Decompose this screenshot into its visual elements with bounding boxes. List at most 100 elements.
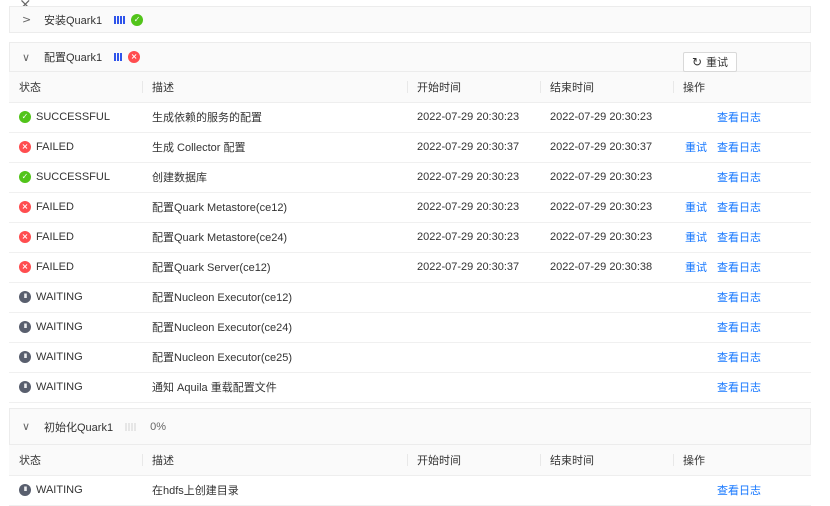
start-time-cell: 2022-07-29 20:30:37 (407, 132, 540, 163)
pause-icon: II (19, 381, 31, 393)
desc-cell: 生成 Collector 配置 (142, 132, 407, 163)
ops-cell: 重试 查看日志 (673, 132, 811, 163)
col-status: 状态 (9, 445, 142, 476)
end-time-cell: 2022-07-29 20:30:23 (540, 192, 673, 223)
start-time-cell: 2022-07-29 20:30:37 (407, 252, 540, 283)
section-install-header[interactable]: > 安装Quark1 ✓ (9, 6, 811, 33)
section-init: ∨ 初始化Quark1 0% 状态 描述 开始时间 结束时间 操作 II WAIT… (9, 408, 811, 506)
col-desc: 描述 (142, 445, 407, 476)
view-log-link[interactable]: 查看日志 (717, 172, 761, 184)
table-row: × FAILED 生成 Collector 配置 2022-07-29 20:30:3… (9, 132, 811, 163)
col-ops: 操作 (673, 72, 811, 103)
retry-link[interactable]: 重试 (685, 262, 707, 274)
section-title: 初始化Quark1 (44, 421, 114, 434)
ops-cell: 重试 查看日志 (673, 222, 811, 253)
table-row: ✓ SUCCESSFUL 创建数据库 2022-07-29 20:30:23 2022-… (9, 162, 811, 193)
success-icon: ✓ (131, 13, 144, 26)
ops-cell: 查看日志 (673, 312, 811, 343)
desc-cell: 配置Quark Metastore(ce12) (142, 192, 407, 223)
col-ops: 操作 (673, 445, 811, 476)
error-icon: × (19, 201, 31, 213)
start-time-cell (407, 342, 540, 373)
retry-button[interactable]: ↻ 重试 (683, 52, 737, 72)
desc-cell: 通知 Aquila 重载配置文件 (142, 372, 407, 403)
view-log-link[interactable]: 查看日志 (717, 232, 761, 244)
view-log-link[interactable]: 查看日志 (717, 112, 761, 124)
table-row: × FAILED 配置Quark Server(ce12) 2022-07-29 20… (9, 252, 811, 283)
progress-bars (125, 422, 137, 432)
view-log-link[interactable]: 查看日志 (717, 292, 761, 304)
retry-link[interactable]: 重试 (685, 232, 707, 244)
table-header-row: 状态 描述 开始时间 结束时间 操作 (9, 72, 811, 103)
section-config-header[interactable]: ∨ 配置Quark1 × ↻ 重试 (9, 42, 811, 72)
start-time-cell: 2022-07-29 20:30:23 (407, 192, 540, 223)
pause-icon: II (19, 484, 31, 496)
table-header-row: 状态 描述 开始时间 结束时间 操作 (9, 445, 811, 476)
end-time-cell (540, 312, 673, 343)
col-start: 开始时间 (407, 72, 540, 103)
status-cell: II WAITING (9, 282, 142, 313)
view-log-link[interactable]: 查看日志 (717, 485, 761, 497)
status-text: WAITING (36, 351, 83, 363)
ops-cell: 查看日志 (673, 342, 811, 373)
retry-link[interactable]: 重试 (685, 142, 707, 154)
ops-cell: 重试 查看日志 (673, 192, 811, 223)
end-time-cell: 2022-07-29 20:30:37 (540, 132, 673, 163)
retry-link[interactable]: 重试 (685, 202, 707, 214)
col-end: 结束时间 (540, 72, 673, 103)
end-time-cell (540, 372, 673, 403)
status-cell: × FAILED (9, 192, 142, 223)
status-cell: × FAILED (9, 132, 142, 163)
desc-cell: 配置Quark Server(ce12) (142, 252, 407, 283)
view-log-link[interactable]: 查看日志 (717, 322, 761, 334)
col-start: 开始时间 (407, 445, 540, 476)
view-log-link[interactable]: 查看日志 (717, 262, 761, 274)
section-install: > 安装Quark1 ✓ (9, 6, 811, 33)
status-text: FAILED (36, 261, 74, 273)
col-end: 结束时间 (540, 445, 673, 476)
view-log-link[interactable]: 查看日志 (717, 142, 761, 154)
pause-icon: II (19, 291, 31, 303)
end-time-cell: 2022-07-29 20:30:38 (540, 252, 673, 283)
view-log-link[interactable]: 查看日志 (717, 352, 761, 364)
ops-cell: 重试 查看日志 (673, 252, 811, 283)
pause-icon: II (19, 321, 31, 333)
view-log-link[interactable]: 查看日志 (717, 202, 761, 214)
status-cell: II WAITING (9, 475, 142, 506)
error-icon: × (128, 51, 141, 63)
status-text: FAILED (36, 141, 74, 153)
error-icon: × (19, 261, 31, 273)
table-row: II WAITING 通知 Aquila 重载配置文件 查看日志 (9, 372, 811, 403)
status-text: WAITING (36, 321, 83, 333)
status-cell: II WAITING (9, 312, 142, 343)
status-text: SUCCESSFUL (36, 111, 110, 123)
chevron-right-icon[interactable]: > (22, 13, 36, 26)
chevron-down-icon[interactable]: ∨ (22, 420, 36, 433)
desc-cell: 配置Nucleon Executor(ce24) (142, 312, 407, 343)
error-icon: × (19, 141, 31, 153)
desc-cell: 创建数据库 (142, 162, 407, 193)
start-time-cell: 2022-07-29 20:30:23 (407, 162, 540, 193)
refresh-icon: ↻ (691, 55, 703, 69)
view-log-link[interactable]: 查看日志 (717, 382, 761, 394)
ops-cell: 查看日志 (673, 372, 811, 403)
desc-cell: 配置Quark Metastore(ce24) (142, 222, 407, 253)
init-table: 状态 描述 开始时间 结束时间 操作 II WAITING 在hdfs上创建目录 查看… (9, 445, 811, 506)
col-desc: 描述 (142, 72, 407, 103)
desc-cell: 生成依赖的服务的配置 (142, 102, 407, 133)
table-row: II WAITING 在hdfs上创建目录 查看日志 (9, 475, 811, 506)
status-cell: II WAITING (9, 372, 142, 403)
col-status: 状态 (9, 72, 142, 103)
start-time-cell: 2022-07-29 20:30:23 (407, 102, 540, 133)
section-init-header[interactable]: ∨ 初始化Quark1 0% (9, 408, 811, 445)
end-time-cell: 2022-07-29 20:30:23 (540, 162, 673, 193)
status-text: WAITING (36, 381, 83, 393)
status-cell: × FAILED (9, 252, 142, 283)
desc-cell: 在hdfs上创建目录 (142, 475, 407, 506)
chevron-down-icon[interactable]: ∨ (22, 51, 36, 64)
end-time-cell: 2022-07-29 20:30:23 (540, 222, 673, 253)
status-text: WAITING (36, 484, 83, 496)
desc-cell: 配置Nucleon Executor(ce12) (142, 282, 407, 313)
status-text: WAITING (36, 291, 83, 303)
pause-icon: II (19, 351, 31, 363)
